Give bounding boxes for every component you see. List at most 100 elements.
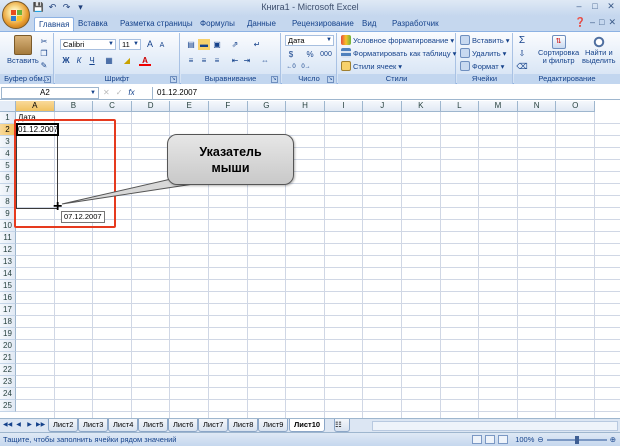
sheet-tab-active[interactable]: Лист10	[289, 419, 326, 432]
sheet-tab[interactable]: Лист4	[108, 419, 139, 432]
find-select-button[interactable]: Найти и выделить	[582, 35, 616, 65]
enter-icon[interactable]: ✓	[116, 87, 123, 99]
align-bottom-icon[interactable]: ▣	[211, 39, 223, 50]
italic-button[interactable]: К	[73, 55, 85, 66]
format-cells-button[interactable]: Формат ▾	[460, 61, 504, 71]
next-sheet-icon[interactable]: ▶	[25, 421, 34, 430]
ribbon-minimize-icon[interactable]: –	[590, 17, 595, 28]
title-bar: 💾 ↶ ↷ ▾ Книга1 - Microsoft Excel – □ ✕	[0, 0, 620, 16]
insert-cells-button[interactable]: Вставить ▾	[460, 35, 510, 45]
bold-button[interactable]: Ж	[60, 55, 72, 66]
cut-icon[interactable]: ✂	[38, 36, 50, 47]
last-sheet-icon[interactable]: ▶▶	[36, 421, 45, 430]
sheet-tab[interactable]: Лист7	[198, 419, 229, 432]
delete-cells-button[interactable]: Удалить ▾	[460, 48, 506, 58]
paste-button[interactable]: Вставить	[7, 35, 39, 65]
mouse-pointer-callout: Указатель мыши	[167, 134, 294, 185]
percent-button[interactable]: %	[304, 49, 316, 60]
align-right-icon[interactable]: ≡	[211, 55, 223, 66]
worksheet-grid[interactable]: A B C D E F G H I J K L M N O 1 2 3 4 5 6 7 8 9 10 11 12 13 14 15 16 17…	[0, 101, 620, 418]
thousands-button[interactable]: 000	[318, 49, 334, 60]
align-left-icon[interactable]: ≡	[185, 55, 197, 66]
tab-page-layout[interactable]: Разметка страницы	[116, 17, 197, 31]
tab-view[interactable]: Вид	[358, 17, 380, 31]
tab-formulas[interactable]: Формулы	[196, 17, 239, 31]
sheet-tab[interactable]: Лист9	[258, 419, 289, 432]
merge-center-icon[interactable]: ⇔	[259, 55, 271, 66]
alignment-launcher-icon[interactable]: ↘	[271, 76, 278, 83]
tab-review[interactable]: Рецензирование	[288, 17, 358, 31]
fill-tooltip: 07.12.2007	[61, 211, 105, 223]
maximize-icon[interactable]: □	[589, 1, 601, 12]
align-top-icon[interactable]: ▤	[185, 39, 197, 50]
align-center-icon[interactable]: ≡	[198, 55, 210, 66]
office-button[interactable]	[2, 1, 30, 29]
sheet-tab[interactable]: Лист5	[138, 419, 169, 432]
sheet-tab[interactable]: Лист8	[228, 419, 259, 432]
name-box[interactable]: A2 ▼	[1, 87, 99, 99]
format-painter-icon[interactable]: ✎	[38, 60, 50, 71]
prev-sheet-icon[interactable]: ◀	[14, 421, 23, 430]
horizontal-scrollbar[interactable]	[372, 421, 618, 431]
fill-color-icon[interactable]: ◢	[121, 55, 133, 66]
help-icon[interactable]: ❓	[575, 17, 586, 28]
ribbon-close-icon[interactable]: ✕	[608, 17, 616, 28]
insert-cells-icon	[460, 35, 470, 45]
group-number: Дата ▼ $ % 000 ←0 0→ Число ↘	[282, 33, 337, 84]
group-cells: Вставить ▾ Удалить ▾ Формат ▾ Ячейки	[457, 33, 513, 84]
wrap-text-icon[interactable]: ↵	[251, 39, 263, 50]
increase-indent-icon[interactable]: ⇥	[241, 55, 253, 66]
orientation-icon[interactable]: ⇗	[229, 39, 241, 50]
page-break-view-icon[interactable]	[498, 435, 508, 444]
zoom-slider[interactable]	[546, 435, 607, 444]
sort-filter-button[interactable]: ⇅ Сортировка и фильтр	[538, 35, 579, 65]
format-as-table-button[interactable]: Форматировать как таблицу ▾	[341, 48, 456, 58]
formula-input[interactable]: 01.12.2007	[152, 87, 618, 99]
minimize-icon[interactable]: –	[573, 1, 585, 12]
font-color-button[interactable]: A	[139, 55, 151, 66]
copy-icon[interactable]: ❐	[38, 48, 50, 59]
office-logo-icon	[11, 10, 22, 21]
sheet-tab[interactable]: Лист6	[168, 419, 199, 432]
sheet-tab[interactable]: Лист3	[78, 419, 109, 432]
clear-icon[interactable]: ⌫	[516, 61, 528, 72]
delete-cells-icon	[460, 48, 470, 58]
normal-view-icon[interactable]	[472, 435, 482, 444]
cell-styles-button[interactable]: Стили ячеек ▾	[341, 61, 402, 71]
currency-button[interactable]: $	[285, 49, 297, 60]
tab-insert[interactable]: Вставка	[74, 17, 112, 31]
insert-function-button[interactable]: fx	[128, 87, 134, 99]
increase-decimal-icon[interactable]: ←0	[285, 62, 297, 73]
zoom-out-icon[interactable]: ⊖	[537, 433, 543, 446]
group-label-font: Шрифт	[55, 74, 179, 84]
fill-icon[interactable]: ⇩	[516, 48, 528, 59]
zoom-level[interactable]: 100%	[515, 433, 534, 446]
close-icon[interactable]: ✕	[605, 1, 617, 12]
shrink-font-button[interactable]: A	[156, 40, 168, 51]
number-launcher-icon[interactable]: ↘	[327, 76, 334, 83]
number-format-select[interactable]: Дата ▼	[285, 35, 334, 46]
page-layout-view-icon[interactable]	[485, 435, 495, 444]
borders-icon[interactable]: ▦	[103, 55, 115, 66]
clipboard-launcher-icon[interactable]: ↘	[44, 76, 51, 83]
chevron-down-icon: ▼	[108, 41, 114, 47]
grow-font-button[interactable]: A	[144, 39, 156, 50]
underline-button[interactable]: Ч	[86, 55, 98, 66]
conditional-formatting-button[interactable]: Условное форматирование ▾	[341, 35, 454, 45]
autosum-icon[interactable]: Σ	[516, 35, 528, 46]
zoom-in-icon[interactable]: ⊕	[610, 433, 616, 446]
tab-data[interactable]: Данные	[243, 17, 280, 31]
cancel-icon[interactable]: ✕	[103, 87, 110, 99]
tab-developer[interactable]: Разработчик	[388, 17, 443, 31]
first-sheet-icon[interactable]: ◀◀	[3, 421, 12, 430]
decrease-indent-icon[interactable]: ⇤	[229, 55, 241, 66]
align-middle-icon[interactable]: ▬	[198, 39, 210, 50]
font-size-select[interactable]: 11 ▼	[119, 39, 141, 50]
insert-sheet-icon[interactable]: ☷	[334, 419, 350, 432]
tab-home[interactable]: Главная	[34, 17, 75, 31]
ribbon-restore-icon[interactable]: □	[599, 17, 604, 28]
decrease-decimal-icon[interactable]: 0→	[300, 62, 312, 73]
sheet-tab[interactable]: Лист2	[48, 419, 79, 432]
font-launcher-icon[interactable]: ↘	[170, 76, 177, 83]
font-name-select[interactable]: Calibri ▼	[60, 39, 116, 50]
